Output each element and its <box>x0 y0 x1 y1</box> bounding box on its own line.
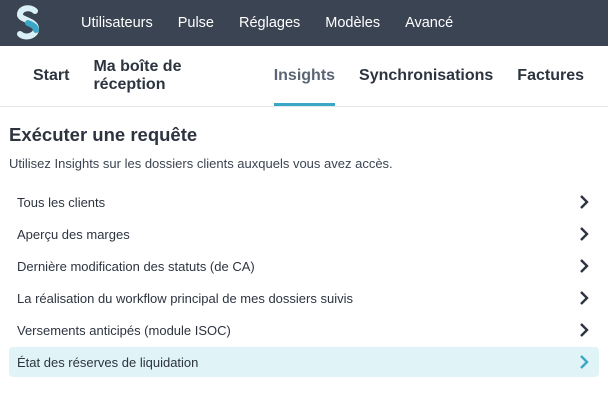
chevron-right-icon <box>577 227 591 241</box>
topnav-modeles[interactable]: Modèles <box>325 15 380 31</box>
query-label: Dernière modification des statuts (de CA… <box>17 258 255 274</box>
query-label: État des réserves de liquidation <box>17 354 199 370</box>
section-tabs: Start Ma boîte de réception Insights Syn… <box>0 46 608 107</box>
app-logo[interactable] <box>11 3 45 43</box>
topnav-avance[interactable]: Avancé <box>405 15 453 31</box>
query-item-apercu-des-marges[interactable]: Aperçu des marges <box>9 219 599 249</box>
top-nav: Utilisateurs Pulse Réglages Modèles Avan… <box>81 15 478 31</box>
topnav-reglages[interactable]: Réglages <box>239 15 300 31</box>
query-label: Aperçu des marges <box>17 226 130 242</box>
tab-start[interactable]: Start <box>33 46 69 106</box>
query-item-versements-anticipes[interactable]: Versements anticipés (module ISOC) <box>9 315 599 345</box>
top-navigation-bar: Utilisateurs Pulse Réglages Modèles Avan… <box>0 0 608 46</box>
query-item-etat-reserves[interactable]: État des réserves de liquidation <box>9 347 599 377</box>
query-label: Versements anticipés (module ISOC) <box>17 322 231 338</box>
query-list: Tous les clients Aperçu des marges Derni… <box>9 187 599 377</box>
chevron-right-icon <box>577 195 591 209</box>
query-label: Tous les clients <box>17 194 106 210</box>
tab-synchronisations[interactable]: Synchronisations <box>359 46 493 106</box>
query-item-realisation-workflow[interactable]: La réalisation du workflow principal de … <box>9 283 599 313</box>
tab-insights[interactable]: Insights <box>273 46 336 106</box>
chevron-right-icon <box>577 291 591 305</box>
query-item-tous-les-clients[interactable]: Tous les clients <box>9 187 599 217</box>
topnav-utilisateurs[interactable]: Utilisateurs <box>81 15 153 31</box>
query-label: La réalisation du workflow principal de … <box>17 290 353 306</box>
tab-inbox[interactable]: Ma boîte de réception <box>93 46 249 106</box>
chevron-right-icon <box>577 259 591 273</box>
page-title: Exécuter une requête <box>9 124 198 145</box>
tab-factures[interactable]: Factures <box>517 46 584 106</box>
chevron-right-icon <box>577 323 591 337</box>
topnav-pulse[interactable]: Pulse <box>178 15 214 31</box>
chevron-right-icon <box>577 355 591 369</box>
query-item-derniere-modification[interactable]: Dernière modification des statuts (de CA… <box>9 251 599 281</box>
logo-icon <box>17 5 39 40</box>
main-content: Exécuter une requête Utilisez Insights s… <box>0 107 608 377</box>
page-subtitle: Utilisez Insights sur les dossiers clien… <box>9 156 393 171</box>
